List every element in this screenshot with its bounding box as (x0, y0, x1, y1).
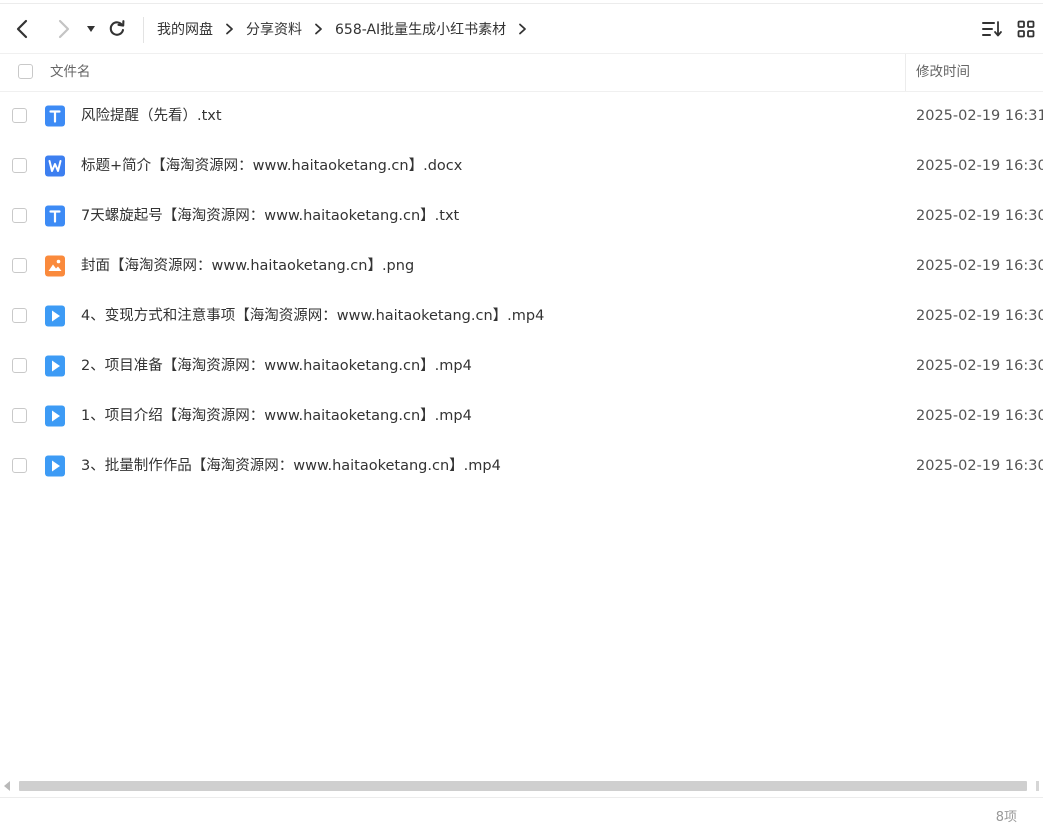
select-all-checkbox[interactable] (18, 64, 33, 79)
breadcrumb-separator-icon (314, 23, 323, 35)
row-checkbox[interactable] (12, 308, 27, 323)
scrollbar-thumb[interactable] (19, 781, 1027, 791)
chevron-right-icon (58, 19, 70, 39)
file-modified-time: 2025-02-19 16:30 (916, 208, 1043, 224)
sort-icon (982, 21, 1002, 37)
column-header-modified-time[interactable]: 修改时间 (916, 54, 970, 91)
table-row[interactable]: 风险提醒（先看）.txt 2025-02-19 16:31 (0, 91, 1043, 141)
file-name[interactable]: 1、项目介绍【海淘资源网：www.haitaoketang.cn】.mp4 (81, 391, 472, 441)
scroll-left-icon[interactable] (4, 781, 10, 791)
forward-button[interactable] (48, 4, 78, 54)
video-file-icon (44, 405, 66, 427)
table-row[interactable]: 1、项目介绍【海淘资源网：www.haitaoketang.cn】.mp4 202… (0, 391, 1043, 441)
file-modified-time: 2025-02-19 16:30 (916, 158, 1043, 174)
row-checkbox[interactable] (12, 108, 27, 123)
table-row[interactable]: 4、变现方式和注意事项【海淘资源网：www.haitaoketang.cn】.m… (0, 291, 1043, 341)
column-resize-handle[interactable] (905, 54, 906, 91)
file-name[interactable]: 风险提醒（先看）.txt (81, 91, 222, 141)
row-checkbox[interactable] (12, 208, 27, 223)
table-row[interactable]: 标题+简介【海淘资源网：www.haitaoketang.cn】.docx 202… (0, 141, 1043, 191)
breadcrumb-item-current-folder[interactable]: 658-AI批量生成小红书素材 (335, 19, 506, 39)
status-bar: 8项 (0, 797, 1043, 826)
breadcrumb: 我的网盘 分享资料 658-AI批量生成小红书素材 (157, 4, 539, 54)
caret-down-icon (87, 26, 95, 32)
row-checkbox[interactable] (12, 458, 27, 473)
breadcrumb-item-my-drive[interactable]: 我的网盘 (157, 19, 213, 39)
row-checkbox[interactable] (12, 358, 27, 373)
refresh-button[interactable] (104, 4, 130, 54)
table-header: 文件名 修改时间 (0, 53, 1043, 92)
toolbar: 我的网盘 分享资料 658-AI批量生成小红书素材 (0, 3, 1043, 54)
item-count: 8项 (995, 810, 1017, 825)
file-modified-time: 2025-02-19 16:30 (916, 358, 1043, 374)
row-checkbox[interactable] (12, 408, 27, 423)
file-name[interactable]: 标题+简介【海淘资源网：www.haitaoketang.cn】.docx (81, 141, 462, 191)
chevron-right-icon (519, 23, 527, 35)
file-modified-time: 2025-02-19 16:30 (916, 408, 1043, 424)
video-file-icon (44, 455, 66, 477)
back-button[interactable] (8, 4, 38, 54)
sort-button[interactable] (981, 4, 1005, 54)
breadcrumb-item-shared[interactable]: 分享资料 (246, 19, 302, 39)
row-checkbox[interactable] (12, 158, 27, 173)
toolbar-divider (143, 17, 144, 43)
grid-view-button[interactable] (1017, 4, 1039, 54)
file-name[interactable]: 7天螺旋起号【海淘资源网：www.haitaoketang.cn】.txt (81, 191, 459, 241)
table-row[interactable]: 7天螺旋起号【海淘资源网：www.haitaoketang.cn】.txt 202… (0, 191, 1043, 241)
breadcrumb-separator-icon (225, 23, 234, 35)
file-modified-time: 2025-02-19 16:30 (916, 258, 1043, 274)
word-file-icon (44, 155, 66, 177)
file-modified-time: 2025-02-19 16:30 (916, 458, 1043, 474)
file-modified-time: 2025-02-19 16:31 (916, 108, 1043, 124)
grid-view-icon (1017, 20, 1035, 38)
file-name[interactable]: 4、变现方式和注意事项【海淘资源网：www.haitaoketang.cn】.m… (81, 291, 544, 341)
table-row[interactable]: 3、批量制作作品【海淘资源网：www.haitaoketang.cn】.mp4 2… (0, 441, 1043, 491)
txt-file-icon (44, 205, 66, 227)
txt-file-icon (44, 105, 66, 127)
refresh-icon (109, 20, 125, 36)
video-file-icon (44, 305, 66, 327)
file-name[interactable]: 2、项目准备【海淘资源网：www.haitaoketang.cn】.mp4 (81, 341, 472, 391)
image-file-icon (44, 255, 66, 277)
file-name[interactable]: 封面【海淘资源网：www.haitaoketang.cn】.png (81, 241, 414, 291)
file-name[interactable]: 3、批量制作作品【海淘资源网：www.haitaoketang.cn】.mp4 (81, 441, 501, 491)
history-dropdown-button[interactable] (83, 4, 99, 54)
table-row[interactable]: 2、项目准备【海淘资源网：www.haitaoketang.cn】.mp4 202… (0, 341, 1043, 391)
video-file-icon (44, 355, 66, 377)
horizontal-scrollbar[interactable] (0, 778, 1043, 794)
chevron-left-icon (16, 19, 28, 39)
table-row[interactable]: 封面【海淘资源网：www.haitaoketang.cn】.png 2025-02… (0, 241, 1043, 291)
file-modified-time: 2025-02-19 16:30 (916, 308, 1043, 324)
scroll-right-icon[interactable] (1036, 781, 1039, 791)
row-checkbox[interactable] (12, 258, 27, 273)
breadcrumb-expand-button[interactable] (518, 23, 527, 35)
column-header-name[interactable]: 文件名 (50, 54, 91, 91)
